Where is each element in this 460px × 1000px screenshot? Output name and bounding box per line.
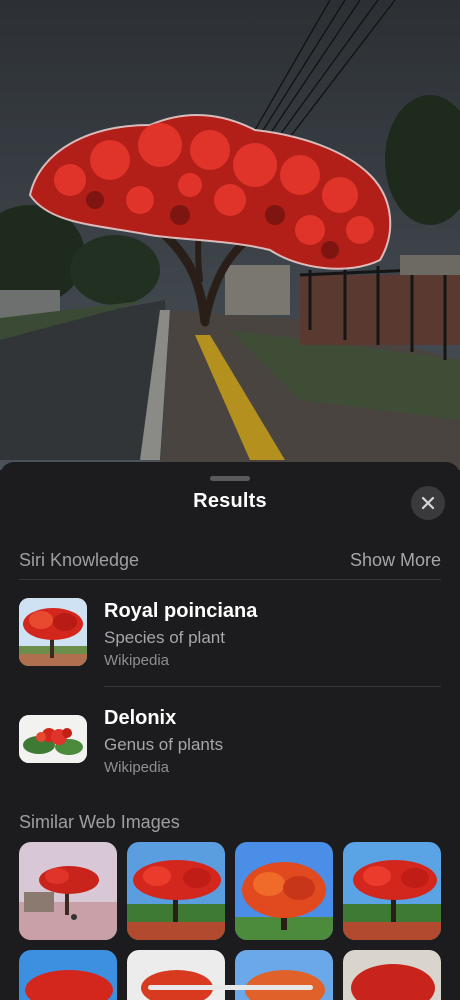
siri-knowledge-heading: Siri Knowledge xyxy=(19,549,140,570)
web-image[interactable] xyxy=(127,842,225,940)
web-image[interactable] xyxy=(19,950,117,1000)
result-subtitle: Species of plant xyxy=(104,628,225,647)
web-image[interactable] xyxy=(235,842,333,940)
photo-preview xyxy=(0,0,460,470)
result-thumbnail xyxy=(19,598,87,666)
result-source: Wikipedia xyxy=(104,759,170,776)
result-title: Royal poinciana xyxy=(104,600,258,622)
result-title: Delonix xyxy=(104,707,177,729)
result-source: Wikipedia xyxy=(104,652,170,669)
knowledge-result-delonix[interactable]: Delonix Genus of plants Wikipedia xyxy=(19,705,441,795)
result-thumbnail xyxy=(19,715,87,763)
home-indicator[interactable] xyxy=(148,985,313,990)
sheet-title: Results xyxy=(193,490,267,512)
show-more-button[interactable]: Show More xyxy=(350,550,441,571)
web-image[interactable] xyxy=(19,842,117,940)
knowledge-result-royal-poinciana[interactable]: Royal poinciana Species of plant Wikiped… xyxy=(19,598,441,688)
close-icon xyxy=(421,496,435,510)
web-image[interactable] xyxy=(235,950,333,1000)
web-image[interactable] xyxy=(343,950,441,1000)
close-button[interactable] xyxy=(411,486,445,520)
sheet-grabber[interactable] xyxy=(210,476,250,481)
similar-web-images-heading: Similar Web Images xyxy=(19,812,180,832)
divider xyxy=(104,686,441,687)
web-image[interactable] xyxy=(127,950,225,1000)
web-image[interactable] xyxy=(343,842,441,940)
result-subtitle: Genus of plants xyxy=(104,735,224,754)
siri-knowledge-header: Siri Knowledge Show More xyxy=(19,548,441,572)
results-sheet: Results Siri Knowledge Show More Royal p… xyxy=(0,462,460,1000)
divider xyxy=(19,579,441,580)
